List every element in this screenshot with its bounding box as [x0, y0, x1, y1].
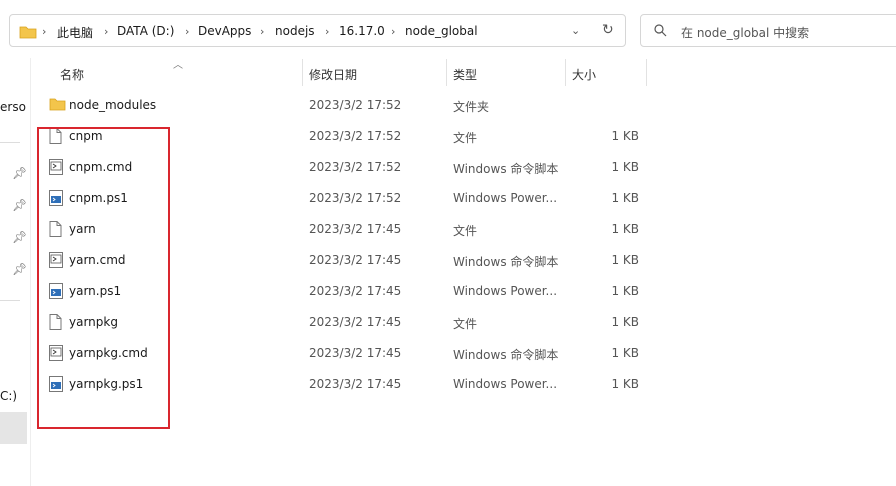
column-header-name[interactable]: 名称	[60, 66, 84, 83]
file-size: 1 KB	[611, 222, 639, 236]
file-date: 2023/3/2 17:52	[309, 129, 402, 143]
column-divider[interactable]	[646, 59, 647, 86]
file-type: Windows Power...	[453, 284, 558, 298]
file-size: 1 KB	[611, 160, 639, 174]
column-divider[interactable]	[302, 59, 303, 86]
sort-up-icon: ︿	[173, 60, 183, 71]
breadcrumb-separator: ›	[185, 25, 190, 38]
breadcrumb-this-pc[interactable]: 此电脑	[57, 24, 93, 41]
breadcrumb-devapps[interactable]: DevApps	[198, 24, 251, 38]
nav-divider	[0, 300, 20, 301]
breadcrumb-data-drive[interactable]: DATA (D:)	[117, 24, 174, 38]
nav-drive-partial[interactable]: C:)	[0, 389, 17, 403]
pin-icon: 📌︎	[12, 262, 28, 276]
file-date: 2023/3/2 17:45	[309, 253, 402, 267]
chevron-down-icon[interactable]: ⌄	[571, 24, 580, 37]
nav-divider	[0, 142, 20, 143]
search-box[interactable]: 在 node_global 中搜索	[640, 14, 896, 47]
file-row[interactable]: node_modules 2023/3/2 17:52 文件夹	[40, 90, 650, 121]
file-type: Windows 命令脚本	[453, 348, 559, 362]
pin-icon: 📌︎	[12, 198, 28, 212]
search-input[interactable]: 在 node_global 中搜索	[681, 24, 809, 41]
file-type: 文件	[453, 317, 478, 331]
file-date: 2023/3/2 17:45	[309, 284, 402, 298]
file-name[interactable]: node_modules	[69, 98, 156, 112]
folder-icon	[49, 97, 66, 114]
nav-item-partial[interactable]: erso	[0, 100, 26, 114]
file-date: 2023/3/2 17:45	[309, 315, 402, 329]
file-size: 1 KB	[611, 129, 639, 143]
file-type: Windows Power...	[453, 191, 558, 205]
file-type: Windows Power...	[453, 377, 558, 391]
breadcrumb-separator: ›	[104, 25, 109, 38]
column-header-type[interactable]: 类型	[453, 66, 477, 83]
highlight-box	[37, 127, 170, 429]
file-size: 1 KB	[611, 253, 639, 267]
breadcrumb-separator: ›	[391, 25, 396, 38]
column-header-size[interactable]: 大小	[572, 66, 596, 83]
folder-icon	[19, 25, 37, 42]
column-divider[interactable]	[446, 59, 447, 86]
file-size: 1 KB	[611, 191, 639, 205]
nav-selected-item[interactable]	[0, 412, 27, 444]
file-type: 文件	[453, 224, 478, 238]
breadcrumb-separator: ›	[325, 25, 330, 38]
breadcrumb-nodejs[interactable]: nodejs	[275, 24, 315, 38]
file-date: 2023/3/2 17:52	[309, 98, 402, 112]
file-type: 文件夹	[453, 100, 490, 114]
file-date: 2023/3/2 17:52	[309, 160, 402, 174]
breadcrumb-separator: ›	[42, 25, 47, 38]
file-date: 2023/3/2 17:45	[309, 346, 402, 360]
file-date: 2023/3/2 17:45	[309, 377, 402, 391]
file-type: Windows 命令脚本	[453, 162, 559, 176]
breadcrumb-version[interactable]: 16.17.0	[339, 24, 385, 38]
search-icon	[654, 24, 667, 40]
file-date: 2023/3/2 17:45	[309, 222, 402, 236]
file-size: 1 KB	[611, 377, 639, 391]
breadcrumb-separator: ›	[260, 25, 265, 38]
file-size: 1 KB	[611, 346, 639, 360]
breadcrumb-node-global[interactable]: node_global	[405, 24, 478, 38]
file-size: 1 KB	[611, 284, 639, 298]
file-type: Windows 命令脚本	[453, 255, 559, 269]
column-header-date[interactable]: 修改日期	[309, 66, 357, 83]
pin-icon: 📌︎	[12, 166, 28, 180]
nav-pane-border	[30, 58, 31, 486]
file-date: 2023/3/2 17:52	[309, 191, 402, 205]
file-type: 文件	[453, 131, 478, 145]
refresh-icon[interactable]: ↻	[602, 22, 614, 38]
file-size: 1 KB	[611, 315, 639, 329]
address-bar[interactable]: › 此电脑 › DATA (D:) › DevApps › nodejs › 1…	[9, 14, 626, 47]
pin-icon: 📌︎	[12, 230, 28, 244]
column-divider[interactable]	[565, 59, 566, 86]
